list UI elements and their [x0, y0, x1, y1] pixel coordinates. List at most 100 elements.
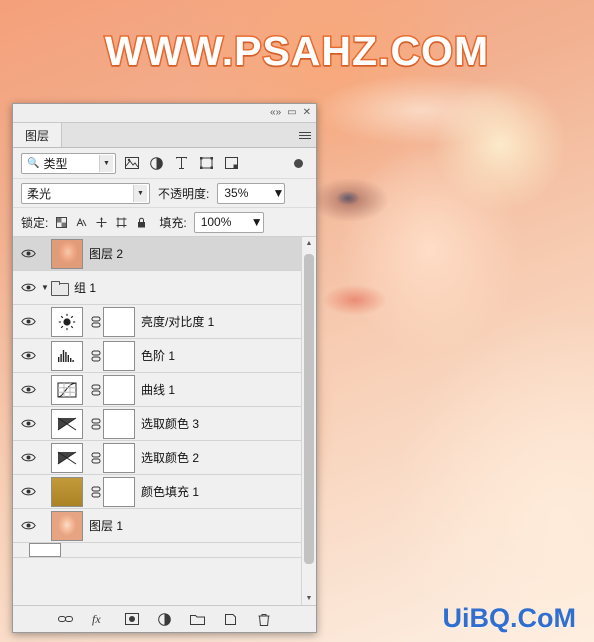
- lock-artboard-icon[interactable]: [115, 216, 128, 229]
- delete-layer-icon[interactable]: [256, 611, 272, 627]
- eye-icon[interactable]: [17, 418, 39, 429]
- eye-icon[interactable]: [17, 248, 39, 259]
- lock-label: 锁定:: [21, 215, 49, 230]
- smart-object-filter-icon[interactable]: [222, 154, 241, 173]
- fill-value: 100%: [200, 215, 232, 229]
- table-row[interactable]: 色阶 1: [13, 339, 302, 373]
- layer-thumbnail[interactable]: [51, 510, 83, 541]
- scrollbar-thumb[interactable]: [304, 254, 314, 564]
- layer-thumbnail[interactable]: [51, 340, 83, 371]
- link-mask-icon[interactable]: [89, 384, 103, 396]
- chevron-down-icon[interactable]: ▼: [39, 283, 51, 292]
- lock-position-icon[interactable]: [95, 216, 108, 229]
- scrollbar-track[interactable]: [302, 250, 316, 592]
- layer-mask-thumbnail[interactable]: [103, 340, 135, 371]
- layer-name: 图层 1: [89, 519, 124, 533]
- layer-mask-thumbnail[interactable]: [103, 442, 135, 473]
- tab-layers-label: 图层: [25, 128, 50, 143]
- opacity-value: 35%: [224, 186, 249, 200]
- table-row[interactable]: 选取颜色 3: [13, 407, 302, 441]
- layer-mask-thumbnail[interactable]: [103, 476, 135, 507]
- pixel-filter-icon[interactable]: [122, 154, 141, 173]
- link-layers-icon[interactable]: [58, 611, 74, 627]
- table-row[interactable]: 亮度/对比度 1: [13, 305, 302, 339]
- layer-mask-thumbnail[interactable]: [103, 374, 135, 405]
- chevron-down-icon[interactable]: ▼: [251, 215, 263, 229]
- scroll-up-icon[interactable]: ▲: [302, 237, 316, 250]
- blend-mode-select[interactable]: 柔光 ▼: [21, 182, 150, 204]
- layer-thumbnail[interactable]: [51, 306, 83, 337]
- link-mask-icon[interactable]: [89, 452, 103, 464]
- table-row[interactable]: ▼ 组 1: [13, 271, 302, 305]
- shape-filter-icon[interactable]: [197, 154, 216, 173]
- filter-row: 🔍 类型 ▼: [13, 148, 316, 179]
- add-mask-icon[interactable]: [124, 611, 140, 627]
- layer-thumbnail[interactable]: [51, 238, 83, 269]
- layer-mask-thumbnail[interactable]: [103, 408, 135, 439]
- lock-transparent-icon[interactable]: [55, 216, 68, 229]
- eye-icon[interactable]: [17, 282, 39, 293]
- scroll-down-icon[interactable]: ▼: [302, 592, 316, 605]
- layer-name: 亮度/对比度 1: [141, 315, 215, 329]
- layer-thumbnail[interactable]: [51, 374, 83, 405]
- chevron-down-icon[interactable]: ▼: [133, 184, 147, 202]
- table-row[interactable]: 图层 1: [13, 509, 302, 543]
- lock-all-icon[interactable]: [135, 216, 148, 229]
- panel-tab-row: 图层: [13, 123, 316, 148]
- table-row[interactable]: [13, 543, 302, 558]
- layer-mask-thumbnail[interactable]: [103, 306, 135, 337]
- link-mask-icon[interactable]: [89, 350, 103, 362]
- tab-layers[interactable]: 图层: [13, 123, 63, 147]
- layers-scrollbar[interactable]: ▲ ▼: [301, 237, 316, 605]
- layer-name: 色阶 1: [141, 349, 176, 363]
- eye-icon[interactable]: [17, 316, 39, 327]
- layer-thumbnail[interactable]: [51, 442, 83, 473]
- eye-icon[interactable]: [17, 486, 39, 497]
- eye-icon[interactable]: [17, 452, 39, 463]
- adjustment-filter-icon[interactable]: [147, 154, 166, 173]
- table-row[interactable]: 选取颜色 2: [13, 441, 302, 475]
- blend-mode-value: 柔光: [27, 186, 52, 201]
- type-filter-icon[interactable]: [172, 154, 191, 173]
- layer-thumbnail[interactable]: [51, 476, 83, 507]
- layer-name: 图层 2: [89, 247, 124, 261]
- table-row[interactable]: 图层 2: [13, 237, 302, 271]
- minimize-icon[interactable]: ▭: [287, 108, 296, 118]
- filter-type-select[interactable]: 🔍 类型 ▼: [21, 152, 116, 174]
- lock-row: 锁定: 填充: 100% ▼: [13, 208, 316, 237]
- layers-panel: «» ▭ ✕ 图层 🔍 类型 ▼ 柔光 ▼ 不透明度: 35% ▼ 锁定: 填充…: [12, 103, 317, 633]
- chevron-down-icon[interactable]: ▼: [272, 186, 284, 200]
- layer-thumbnail[interactable]: [51, 408, 83, 439]
- eye-icon[interactable]: [17, 520, 39, 531]
- lock-image-icon[interactable]: [75, 216, 88, 229]
- table-row[interactable]: 曲线 1: [13, 373, 302, 407]
- opacity-field[interactable]: 35% ▼: [217, 182, 286, 204]
- layers-list-wrap: 图层 2 ▼ 组 1 亮度/对比度 1 色阶 1 曲线 1 选取颜色 3 选取颜…: [13, 237, 316, 605]
- search-icon: 🔍: [27, 157, 40, 169]
- lock-icons: [55, 216, 148, 229]
- new-group-icon[interactable]: [190, 611, 206, 627]
- panel-titlebar: «» ▭ ✕: [13, 104, 316, 123]
- layer-thumbnail[interactable]: [29, 543, 61, 557]
- fill-field[interactable]: 100% ▼: [193, 211, 264, 233]
- table-row[interactable]: 颜色填充 1: [13, 475, 302, 509]
- eye-icon[interactable]: [17, 350, 39, 361]
- layer-name: 选取颜色 2: [141, 451, 200, 465]
- layer-name: 曲线 1: [141, 383, 176, 397]
- filter-toggle-icon[interactable]: [289, 154, 308, 173]
- opacity-label: 不透明度:: [158, 186, 210, 201]
- chevron-down-icon[interactable]: ▼: [99, 154, 113, 172]
- link-mask-icon[interactable]: [89, 316, 103, 328]
- link-mask-icon[interactable]: [89, 418, 103, 430]
- layers-list: 图层 2 ▼ 组 1 亮度/对比度 1 色阶 1 曲线 1 选取颜色 3 选取颜…: [13, 237, 302, 605]
- new-adjustment-icon[interactable]: [157, 611, 173, 627]
- layer-style-icon[interactable]: fx: [91, 611, 107, 627]
- watermark-bottom: UiBQ.CoM: [442, 603, 576, 633]
- link-mask-icon[interactable]: [89, 486, 103, 498]
- layer-name: 选取颜色 3: [141, 417, 200, 431]
- eye-icon[interactable]: [17, 384, 39, 395]
- new-layer-icon[interactable]: [223, 611, 239, 627]
- collapse-icon[interactable]: «»: [270, 108, 281, 118]
- close-icon[interactable]: ✕: [303, 108, 311, 118]
- panel-menu-icon[interactable]: [294, 123, 316, 147]
